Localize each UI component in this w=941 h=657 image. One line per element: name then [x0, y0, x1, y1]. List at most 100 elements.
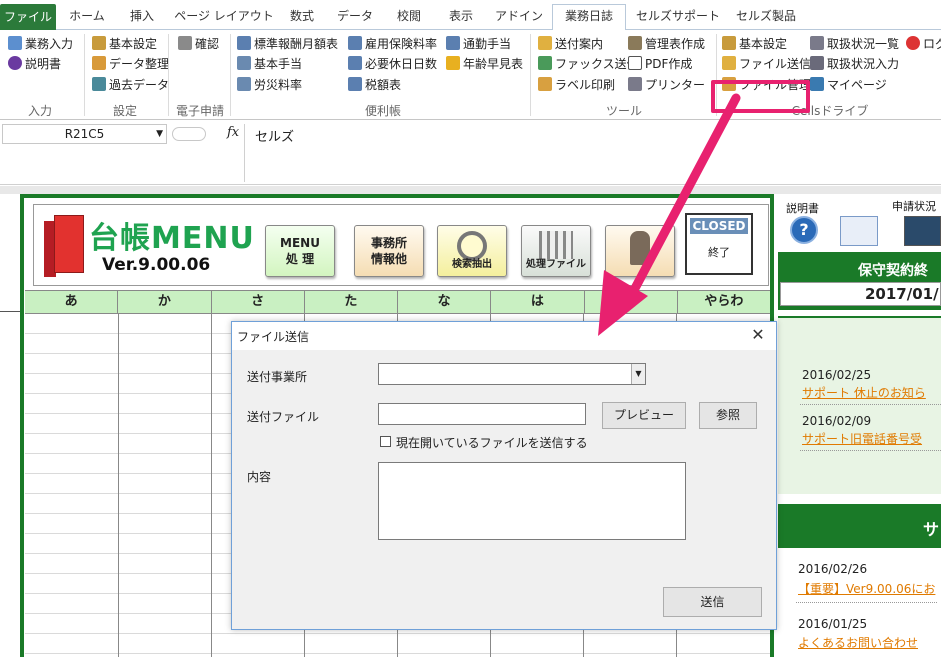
- tab-addins[interactable]: アドイン: [490, 5, 548, 30]
- news-date: 2016/01/25: [798, 617, 868, 631]
- current-file-checkbox-label[interactable]: 現在開いているファイルを送信する: [396, 434, 588, 451]
- formula-bar: R21C5 ▼ fx セルズ: [0, 121, 941, 185]
- chevron-down-icon[interactable]: ▼: [631, 364, 645, 384]
- list-icon: [810, 36, 824, 50]
- computer-icon[interactable]: [904, 216, 941, 246]
- logout-button[interactable]: ログ: [906, 34, 941, 54]
- tab-formulas[interactable]: 数式: [280, 5, 324, 30]
- news-link[interactable]: サポート 休止のお知ら: [802, 384, 941, 401]
- formula-controls: fx: [172, 124, 242, 144]
- workers-comp-rate-button[interactable]: 労災料率: [237, 75, 302, 95]
- cells-basic-settings-button[interactable]: 基本設定: [722, 34, 787, 54]
- tab-view[interactable]: 表示: [438, 5, 484, 30]
- tab-data[interactable]: データ: [330, 5, 380, 30]
- info-panel: 説明書 ? 申請状況 保守契約終 2017/01/ 2016/02/25 サポー…: [774, 194, 941, 657]
- kana-tab-ha[interactable]: は: [491, 291, 585, 313]
- kana-tab-yarawa[interactable]: やらわ: [678, 291, 770, 313]
- document-icon: [628, 36, 642, 50]
- label-print-button[interactable]: ラベル印刷: [538, 75, 615, 95]
- menu-header: 台帳MENU Ver.9.00.06 MENU 処 理 事務所 情報他 検索抽出…: [33, 204, 769, 286]
- tab-business-diary[interactable]: 業務日誌: [552, 4, 626, 31]
- grid-column-line: [211, 314, 212, 657]
- standard-pay-table-button[interactable]: 標準報酬月額表: [237, 34, 338, 54]
- required-holidays-button[interactable]: 必要休日日数: [348, 54, 437, 74]
- ribbon-separator: [168, 34, 169, 116]
- kana-tab-a[interactable]: あ: [25, 291, 119, 313]
- calendar-icon: [237, 56, 251, 70]
- kana-tab-ka[interactable]: か: [118, 291, 212, 313]
- tab-cells-products[interactable]: セルズ製品: [728, 5, 804, 30]
- printer-button[interactable]: プリンター: [628, 75, 705, 95]
- formula-input[interactable]: セルズ: [244, 124, 941, 182]
- fax-send-button[interactable]: ファックス送信: [538, 54, 639, 74]
- manual-button[interactable]: 説明書: [8, 54, 61, 74]
- current-file-checkbox[interactable]: [380, 436, 391, 447]
- send-guide-button[interactable]: 送付案内: [538, 34, 603, 54]
- file-path-input[interactable]: [378, 403, 586, 425]
- closed-exit-button[interactable]: CLOSED 終了: [685, 213, 753, 275]
- my-page-button[interactable]: マイページ: [810, 75, 887, 95]
- confirm-button[interactable]: 確認: [178, 34, 219, 54]
- employment-insurance-button[interactable]: 雇用保険料率: [348, 34, 437, 54]
- handling-status-list-button[interactable]: 取扱状況一覧: [810, 34, 899, 54]
- tab-insert[interactable]: 挿入: [118, 5, 166, 30]
- tab-review[interactable]: 校閲: [386, 5, 432, 30]
- basic-settings-button[interactable]: 基本設定: [92, 34, 157, 54]
- basic-allowance-button[interactable]: 基本手当: [237, 54, 302, 74]
- content-textarea[interactable]: [378, 462, 686, 540]
- news-date: 2016/02/26: [798, 562, 868, 576]
- group-label-settings: 設定: [112, 104, 137, 118]
- business-input-button[interactable]: 業務入力: [8, 34, 73, 54]
- contract-label: 保守契約終: [858, 263, 928, 279]
- menu-process-button[interactable]: MENU 処 理: [265, 225, 335, 277]
- book-logo-icon: [44, 215, 84, 277]
- chevron-down-icon[interactable]: ▼: [156, 125, 163, 143]
- preview-button[interactable]: プレビュー: [602, 402, 686, 429]
- office-select[interactable]: ▼: [378, 363, 646, 385]
- name-box[interactable]: R21C5 ▼: [2, 124, 167, 144]
- ribbon-tab-bar: ファイル ホーム 挿入 ページ レイアウト 数式 データ 校閲 表示 アドイン …: [0, 0, 941, 31]
- person-button[interactable]: [605, 225, 675, 277]
- tab-file[interactable]: ファイル: [0, 4, 56, 30]
- pdf-create-button[interactable]: PDF作成: [628, 54, 692, 74]
- folder-icon: [722, 56, 736, 70]
- create-management-table-button[interactable]: 管理表作成: [628, 34, 705, 54]
- commute-allowance-button[interactable]: 通勤手当: [446, 34, 511, 54]
- news-link[interactable]: よくあるお問い合わせ: [798, 634, 938, 651]
- history-icon: [92, 77, 106, 91]
- age-chart-button[interactable]: 年齢早見表: [446, 54, 523, 74]
- tab-cells-support[interactable]: セルズサポート: [632, 5, 724, 30]
- formula-toggle[interactable]: [172, 127, 206, 141]
- process-file-button[interactable]: 処理ファイル: [521, 225, 591, 277]
- office-info-button[interactable]: 事務所 情報他: [354, 225, 424, 277]
- insert-function-icon[interactable]: fx: [227, 125, 239, 140]
- calendar-icon[interactable]: [840, 216, 878, 246]
- file-send-button[interactable]: ファイル送信: [722, 54, 811, 74]
- help-icon[interactable]: ?: [790, 216, 818, 244]
- news-link[interactable]: サポート旧電話番号受: [802, 430, 941, 447]
- kana-tab-na[interactable]: な: [398, 291, 492, 313]
- search-extract-button[interactable]: 検索抽出: [437, 225, 507, 277]
- content-label: 内容: [247, 470, 272, 484]
- chart-icon: [446, 56, 460, 70]
- dialog-title-bar[interactable]: ファイル送信 ✕: [232, 322, 776, 350]
- group-label-e-filing: 電子申請: [175, 104, 224, 118]
- news-link[interactable]: 【重要】Ver9.00.06にお: [798, 580, 938, 597]
- kana-tab-sa[interactable]: さ: [212, 291, 305, 313]
- ribbon-separator: [84, 34, 85, 116]
- tax-table-button[interactable]: 税額表: [348, 75, 401, 95]
- data-cleanup-button[interactable]: データ整理: [92, 54, 169, 74]
- tab-page-layout[interactable]: ページ レイアウト: [172, 5, 276, 30]
- close-icon[interactable]: ✕: [748, 325, 768, 345]
- kana-tab-ta[interactable]: た: [305, 291, 398, 313]
- pdf-icon: [628, 56, 642, 70]
- user-icon: [810, 77, 824, 91]
- group-label-tools: ツール: [605, 104, 642, 118]
- group-label-input: 入力: [27, 104, 52, 118]
- handling-status-input-button[interactable]: 取扱状況入力: [810, 54, 899, 74]
- send-button[interactable]: 送信: [663, 587, 762, 617]
- kana-tab-ma[interactable]: [585, 291, 678, 313]
- tab-home[interactable]: ホーム: [62, 5, 112, 30]
- past-data-button[interactable]: 過去データ: [92, 75, 169, 95]
- browse-button[interactable]: 参照: [699, 402, 757, 429]
